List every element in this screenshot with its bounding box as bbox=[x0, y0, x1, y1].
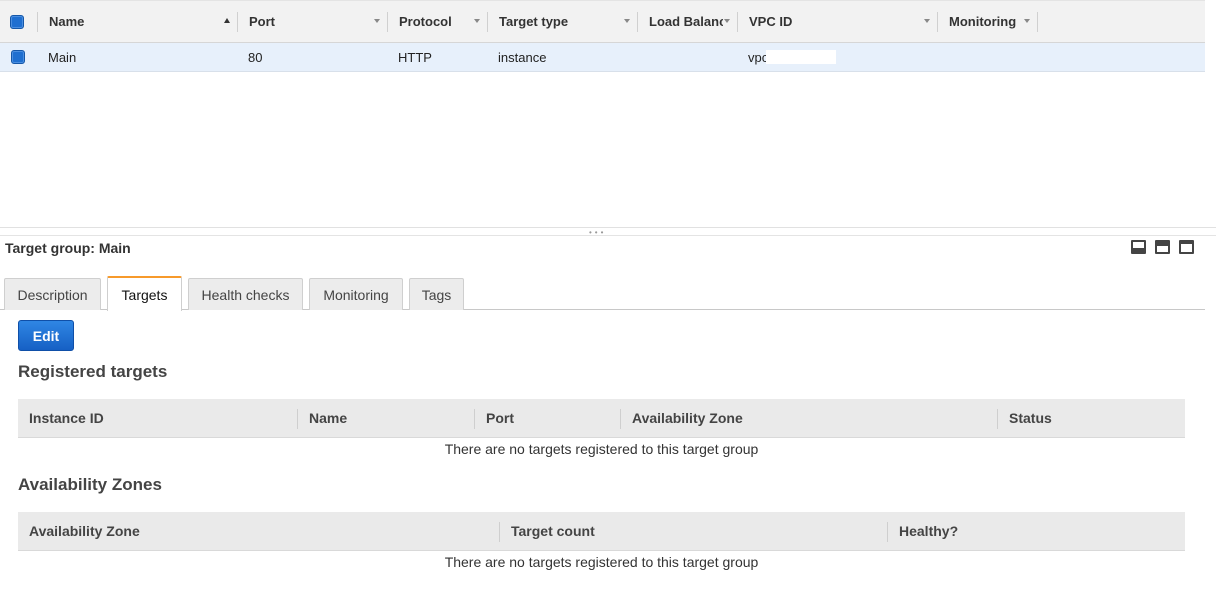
availability-zones-title: Availability Zones bbox=[18, 475, 162, 494]
column-divider[interactable] bbox=[387, 12, 388, 32]
redacted-vpc-value bbox=[766, 50, 836, 64]
column-header-target-type[interactable]: Target type bbox=[499, 1, 619, 42]
availability-zones-table-header: Availability Zone Target count Healthy? bbox=[18, 512, 1185, 551]
column-divider[interactable] bbox=[997, 409, 998, 429]
column-menu-caret-icon[interactable] bbox=[474, 19, 480, 23]
tab-tags[interactable]: Tags bbox=[409, 278, 464, 310]
cell-target-type: instance bbox=[498, 43, 546, 71]
column-divider[interactable] bbox=[1037, 12, 1038, 32]
column-header-monitoring-label: Monitoring bbox=[949, 14, 1017, 29]
tab-health-checks-label: Health checks bbox=[201, 286, 290, 303]
column-header-port-label: Port bbox=[249, 14, 275, 29]
column-header-name-label: Name bbox=[49, 14, 85, 29]
cell-name-text: Main bbox=[48, 49, 77, 65]
column-header-name[interactable]: Name bbox=[49, 1, 234, 42]
column-menu-caret-icon[interactable] bbox=[374, 19, 380, 23]
select-all-checkbox[interactable] bbox=[10, 15, 24, 29]
column-header-instance-id[interactable]: Instance ID bbox=[29, 399, 104, 437]
column-divider[interactable] bbox=[637, 12, 638, 32]
column-header-port[interactable]: Port bbox=[249, 1, 369, 42]
table-row[interactable]: Main 80 HTTP instance vpc bbox=[0, 43, 1205, 72]
column-header-name[interactable]: Name bbox=[309, 399, 347, 437]
cell-protocol: HTTP bbox=[398, 43, 432, 71]
column-divider[interactable] bbox=[297, 409, 298, 429]
column-header-target-type-label: Target type bbox=[499, 14, 569, 29]
column-header-protocol-label: Protocol bbox=[399, 14, 452, 29]
column-header-load-balancer[interactable]: Load Balanc bbox=[649, 1, 723, 42]
column-divider[interactable] bbox=[474, 409, 475, 429]
panel-half-icon[interactable] bbox=[1155, 240, 1170, 254]
column-header-port[interactable]: Port bbox=[486, 399, 514, 437]
column-header-vpc-id-label: VPC ID bbox=[749, 14, 793, 29]
column-divider[interactable] bbox=[487, 12, 488, 32]
column-divider[interactable] bbox=[237, 12, 238, 32]
cell-port-text: 80 bbox=[248, 49, 263, 65]
grid-header: Name Port Protocol Target type Load Bala… bbox=[0, 0, 1205, 43]
column-header-target-count[interactable]: Target count bbox=[511, 512, 595, 550]
column-menu-caret-icon[interactable] bbox=[1024, 19, 1030, 23]
column-header-healthy[interactable]: Healthy? bbox=[899, 512, 958, 550]
column-menu-caret-icon[interactable] bbox=[924, 19, 930, 23]
row-checkbox[interactable] bbox=[11, 50, 25, 64]
target-groups-grid: Name Port Protocol Target type Load Bala… bbox=[0, 0, 1216, 228]
edit-button-label: Edit bbox=[32, 327, 60, 344]
column-header-protocol[interactable]: Protocol bbox=[399, 1, 479, 42]
column-divider[interactable] bbox=[620, 409, 621, 429]
column-divider[interactable] bbox=[499, 522, 500, 542]
column-menu-caret-icon[interactable] bbox=[724, 19, 730, 23]
column-header-monitoring[interactable]: Monitoring bbox=[949, 1, 1025, 42]
panel-maximize-icon[interactable] bbox=[1179, 240, 1194, 254]
cell-target-type-text: instance bbox=[498, 49, 547, 65]
registered-targets-empty-message: There are no targets registered to this … bbox=[444, 441, 759, 457]
registered-targets-title: Registered targets bbox=[18, 362, 168, 381]
tab-targets-label: Targets bbox=[121, 286, 168, 303]
edit-button[interactable]: Edit bbox=[18, 320, 74, 351]
drag-handle-icon[interactable]: ••• bbox=[589, 229, 606, 237]
column-header-status[interactable]: Status bbox=[1009, 399, 1052, 437]
tab-monitoring[interactable]: Monitoring bbox=[309, 278, 403, 310]
column-header-availability-zone[interactable]: Availability Zone bbox=[29, 512, 140, 550]
detail-tabs: Description Targets Health checks Monito… bbox=[0, 276, 1205, 311]
column-divider[interactable] bbox=[937, 12, 938, 32]
cell-port: 80 bbox=[248, 43, 262, 71]
column-menu-caret-icon[interactable] bbox=[624, 19, 630, 23]
cell-protocol-text: HTTP bbox=[398, 49, 432, 65]
column-divider[interactable] bbox=[37, 12, 38, 32]
panel-title: Target group: Main bbox=[5, 240, 131, 256]
tab-description-label: Description bbox=[17, 286, 88, 303]
cell-name: Main bbox=[48, 43, 76, 71]
registered-targets-table-header: Instance ID Name Port Availability Zone … bbox=[18, 399, 1185, 438]
sort-ascending-icon[interactable] bbox=[224, 18, 230, 23]
panel-resize-handle[interactable]: ••• bbox=[0, 228, 1216, 237]
column-header-vpc-id[interactable]: VPC ID bbox=[749, 1, 919, 42]
tab-description[interactable]: Description bbox=[4, 278, 101, 310]
tab-tags-label: Tags bbox=[421, 286, 452, 303]
column-divider[interactable] bbox=[887, 522, 888, 542]
panel-minimize-icon[interactable] bbox=[1131, 240, 1146, 254]
tab-health-checks[interactable]: Health checks bbox=[188, 278, 303, 310]
column-header-load-balancer-label: Load Balanc bbox=[649, 14, 723, 29]
tab-targets[interactable]: Targets bbox=[107, 276, 182, 311]
tab-monitoring-label: Monitoring bbox=[323, 286, 389, 303]
column-header-availability-zone[interactable]: Availability Zone bbox=[632, 399, 743, 437]
availability-zones-empty-message: There are no targets registered to this … bbox=[444, 554, 759, 570]
column-divider[interactable] bbox=[737, 12, 738, 32]
